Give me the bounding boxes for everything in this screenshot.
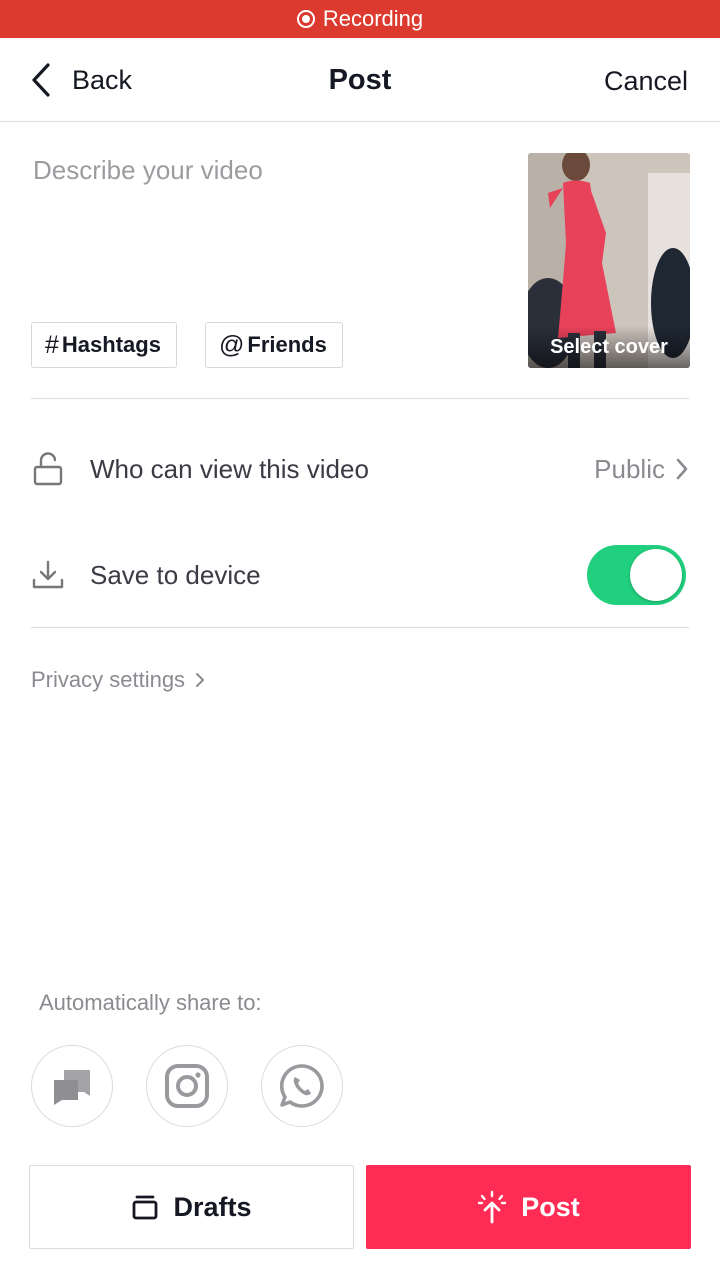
auto-share-label: Automatically share to: <box>39 990 262 1015</box>
chevron-right-icon <box>676 458 688 480</box>
drafts-icon <box>133 1195 158 1220</box>
save-to-device-label: Save to device <box>90 559 261 590</box>
message-bubble-icon <box>54 1070 90 1105</box>
drafts-label: Drafts <box>173 1191 252 1222</box>
select-cover-label: Select cover <box>528 326 690 368</box>
download-icon <box>31 558 65 592</box>
description-input[interactable] <box>33 155 493 305</box>
post-button[interactable]: Post <box>366 1165 691 1249</box>
share-instagram-button[interactable] <box>146 1045 228 1127</box>
lock-open-icon <box>31 452 65 486</box>
divider <box>31 627 689 628</box>
record-icon <box>296 10 315 28</box>
save-to-device-toggle[interactable] <box>587 545 686 605</box>
friends-button[interactable]: @ Friends <box>205 322 343 368</box>
recording-label: Recording <box>322 6 424 31</box>
share-messages-button[interactable] <box>31 1045 113 1127</box>
mention-icon: @ <box>219 330 245 359</box>
divider <box>31 398 689 399</box>
hashtags-label: Hashtags <box>61 332 161 357</box>
who-can-view-label: Who can view this video <box>90 453 369 484</box>
recording-status-bar: Recording <box>0 0 720 38</box>
post-label: Post <box>521 1191 580 1222</box>
cancel-button[interactable]: Cancel <box>604 66 688 97</box>
navigation-bar: Back Post Cancel <box>0 38 720 122</box>
share-whatsapp-button[interactable] <box>261 1045 343 1127</box>
visibility-value-text: Public <box>594 453 665 484</box>
select-cover-button[interactable]: Select cover <box>528 153 690 368</box>
privacy-settings-label: Privacy settings <box>31 667 186 692</box>
hashtags-button[interactable]: # Hashtags <box>31 322 177 368</box>
visibility-value: Public <box>594 454 689 485</box>
whatsapp-icon <box>279 1064 324 1108</box>
instagram-icon <box>165 1064 209 1108</box>
who-can-view-row[interactable]: Who can view this video Public <box>31 439 689 499</box>
friends-label: Friends <box>247 332 327 357</box>
post-upload-icon <box>478 1190 507 1224</box>
chevron-right-icon <box>196 673 205 687</box>
drafts-button[interactable]: Drafts <box>29 1165 354 1249</box>
privacy-settings-link[interactable]: Privacy settings <box>31 667 205 693</box>
toggle-knob <box>630 549 682 601</box>
hashtag-icon: # <box>45 330 59 359</box>
